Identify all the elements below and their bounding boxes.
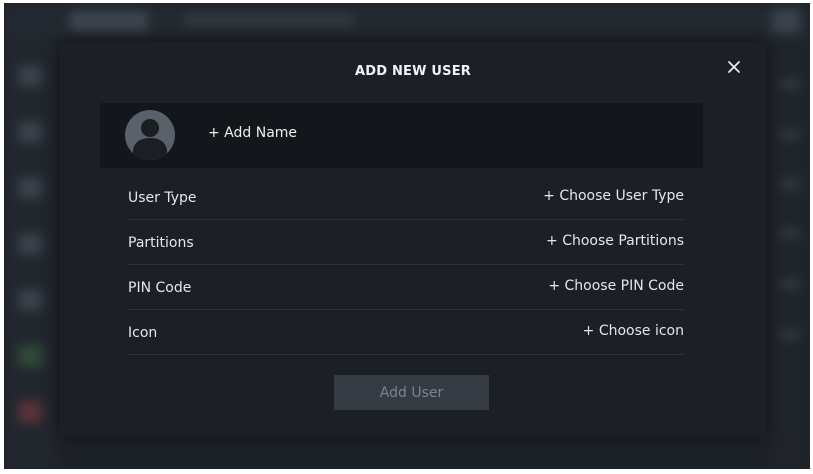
choose-user-type-link[interactable]: + Choose User Type (543, 188, 684, 204)
close-button[interactable] (723, 56, 745, 78)
avatar[interactable] (125, 110, 175, 160)
background-topbar (4, 3, 810, 39)
background-list-item (780, 329, 800, 339)
add-user-button[interactable]: Add User (334, 375, 489, 410)
user-fields-list: User Type + Choose User Type Partitions … (128, 175, 684, 355)
choose-icon-link[interactable]: + Choose icon (583, 323, 684, 339)
user-avatar-icon (133, 119, 167, 160)
background-logo (70, 11, 148, 31)
field-label: Partitions (128, 235, 194, 251)
modal-title: ADD NEW USER (354, 64, 471, 79)
field-row-partitions: Partitions + Choose Partitions (128, 220, 684, 265)
add-name-link[interactable]: + Add Name (208, 125, 297, 141)
background-sidebar (4, 39, 56, 469)
background-sidebar-item (18, 289, 42, 311)
user-name-card: + Add Name (100, 103, 703, 168)
field-row-icon: Icon + Choose icon (128, 310, 684, 355)
choose-pin-code-link[interactable]: + Choose PIN Code (548, 278, 684, 294)
add-user-modal: ADD NEW USER + Add Name User Type + Choo… (60, 42, 766, 437)
choose-partitions-link[interactable]: + Choose Partitions (546, 233, 684, 249)
background-list-item (780, 79, 800, 89)
field-row-pin-code: PIN Code + Choose PIN Code (128, 265, 684, 310)
background-sidebar-item (18, 121, 42, 143)
background-avatar (772, 9, 800, 33)
background-sidebar-item (18, 233, 42, 255)
background-list-item (780, 129, 800, 139)
background-list-item (780, 279, 800, 289)
field-row-user-type: User Type + Choose User Type (128, 175, 684, 220)
background-right-column (770, 39, 810, 469)
background-list-item (780, 229, 800, 239)
field-label: PIN Code (128, 280, 192, 296)
background-sidebar-item (18, 177, 42, 199)
field-label: Icon (128, 325, 158, 341)
field-label: User Type (128, 190, 197, 206)
background-sidebar-item (18, 401, 42, 423)
background-sidebar-item (18, 345, 42, 367)
background-list-item (780, 179, 800, 189)
background-sidebar-item (18, 65, 42, 87)
close-icon (728, 61, 740, 73)
app-screen: ADD NEW USER + Add Name User Type + Choo… (4, 3, 810, 469)
background-breadcrumb (184, 14, 354, 26)
